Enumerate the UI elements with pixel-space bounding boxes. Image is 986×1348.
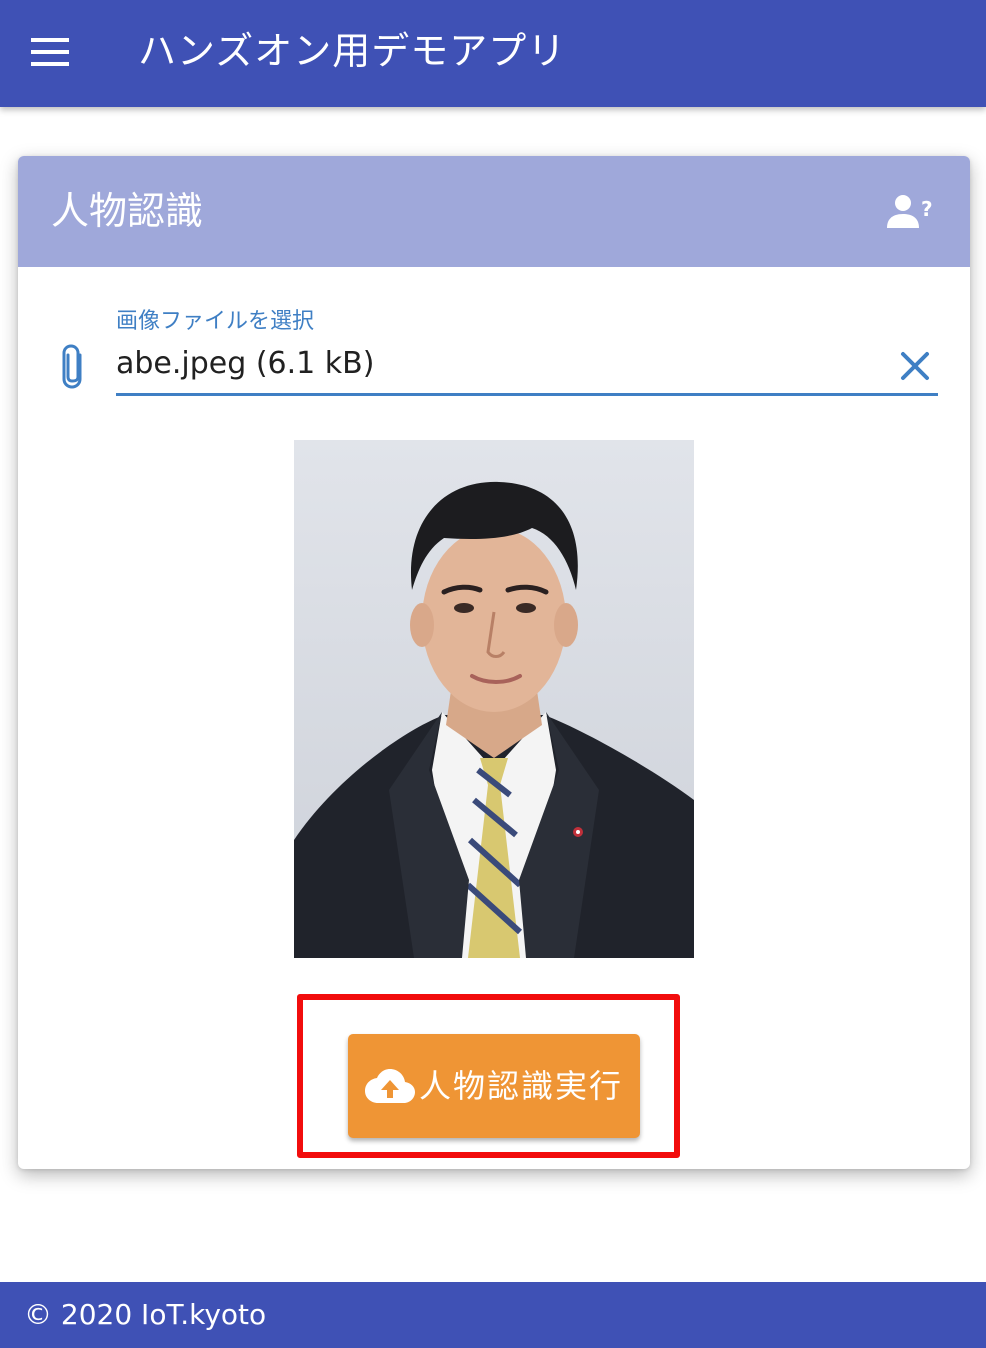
run-button-label: 人物認識実行 xyxy=(418,1067,623,1105)
person-question-button[interactable]: ? xyxy=(884,190,940,234)
app-title: ハンズオン用デモアプリ xyxy=(138,29,567,73)
cloud-upload-icon xyxy=(364,1069,415,1103)
file-input-label: 画像ファイルを選択 xyxy=(116,309,315,334)
person-question-icon: ? xyxy=(887,195,933,228)
card-header: 人物認識 ? xyxy=(18,156,970,267)
card-title: 人物認識 xyxy=(51,189,204,233)
clear-file-button[interactable] xyxy=(890,341,940,391)
file-input-value[interactable]: abe.jpeg (6.1 kB) xyxy=(116,343,816,385)
footer: © 2020 IoT.kyoto xyxy=(0,1282,986,1348)
svg-text:?: ? xyxy=(921,197,933,221)
file-input-underline xyxy=(116,393,938,396)
run-recognition-button[interactable]: 人物認識実行 xyxy=(348,1034,640,1138)
portrait-photo xyxy=(294,440,694,958)
footer-copyright: © 2020 IoT.kyoto xyxy=(24,1298,267,1331)
menu-button[interactable] xyxy=(20,22,80,82)
menu-icon xyxy=(31,38,69,66)
paperclip-icon[interactable] xyxy=(60,343,90,391)
app-bar: ハンズオン用デモアプリ xyxy=(0,0,986,107)
close-icon xyxy=(901,352,929,380)
preview-image xyxy=(294,440,694,958)
file-input-field: 画像ファイルを選択 abe.jpeg (6.1 kB) xyxy=(18,267,970,407)
person-recognition-card: 人物認識 ? 画像ファイルを選択 abe.jpeg (6.1 kB) 人物認識実… xyxy=(18,156,970,1169)
